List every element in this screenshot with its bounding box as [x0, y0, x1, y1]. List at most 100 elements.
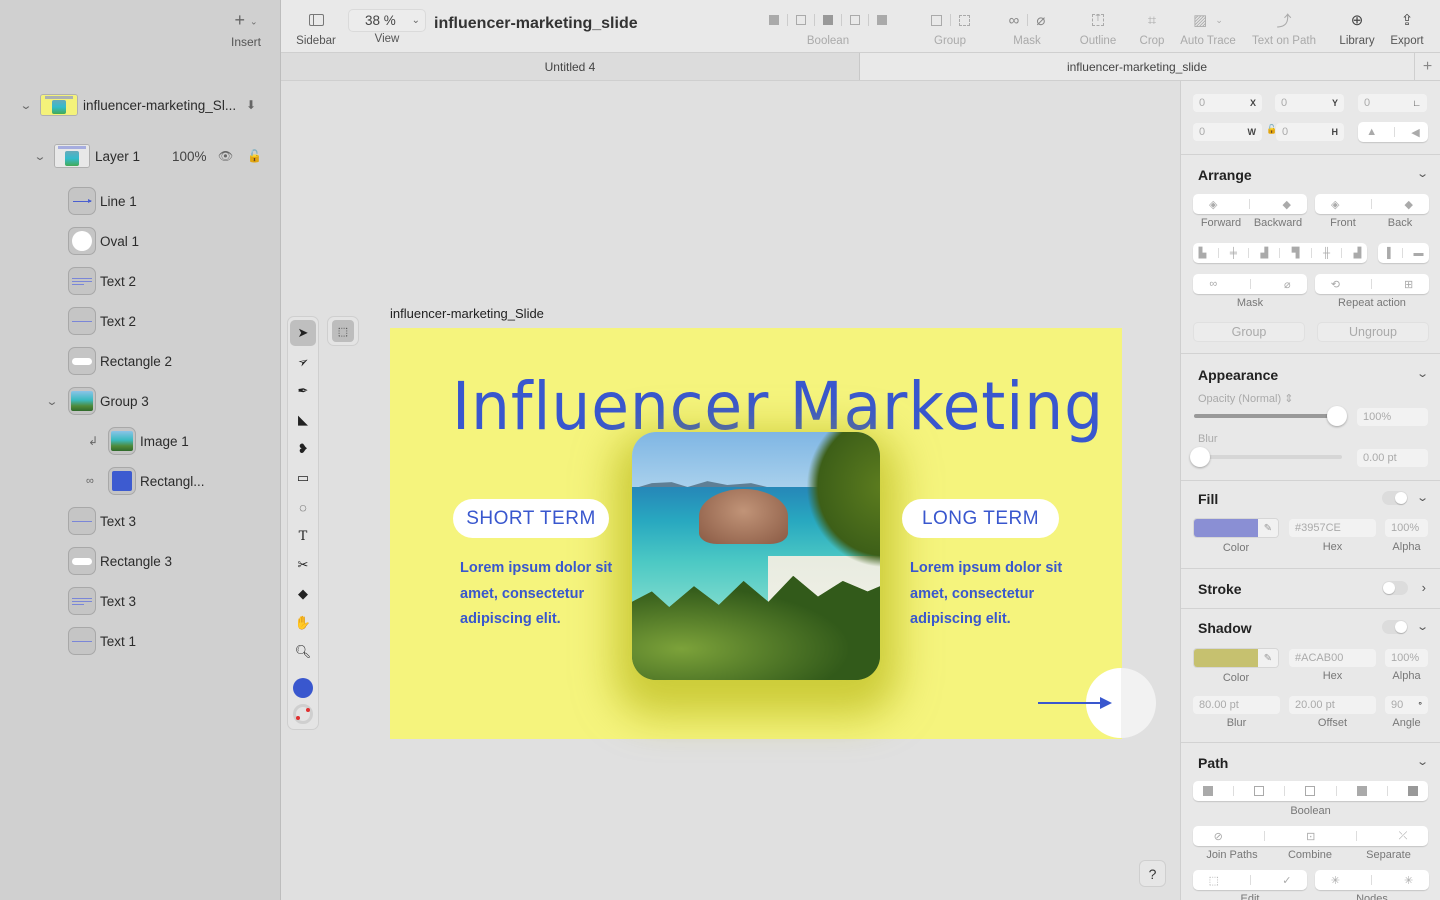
join-paths-icon[interactable]: ⊘ — [1214, 830, 1223, 843]
checkmark-icon[interactable]: ✓ — [1282, 874, 1291, 887]
short-term-pill[interactable]: SHORT TERM — [453, 499, 609, 538]
chevron-down-icon[interactable]: ⌄ — [1416, 620, 1429, 633]
intersect-icon[interactable] — [1305, 786, 1316, 796]
layer-item[interactable]: Rectangle 3 — [68, 544, 172, 578]
flip-vertical-icon[interactable]: ◀ — [1411, 126, 1419, 139]
layer-item[interactable]: ↲ Image 1 — [88, 424, 189, 458]
help-button[interactable]: ? — [1139, 860, 1166, 887]
slide-arrow-line[interactable] — [1038, 702, 1104, 704]
ungroup-icon[interactable] — [958, 14, 970, 26]
unmask-icon[interactable]: ⌀ — [1036, 11, 1045, 29]
insert-button[interactable]: + ⌄ Insert — [226, 10, 266, 49]
auto-trace-button[interactable]: ▨ ⌄ Auto Trace — [1179, 10, 1237, 47]
union-icon[interactable] — [769, 15, 779, 25]
layer-item[interactable]: ∞ Rectangl... — [86, 464, 205, 498]
height-field[interactable]: 0H — [1276, 123, 1344, 141]
exclude-icon[interactable] — [1407, 786, 1418, 796]
fill-color-swatch[interactable] — [293, 678, 313, 698]
opacity-field[interactable]: 100% — [1357, 408, 1428, 426]
fill-alpha-field[interactable]: 100% — [1385, 519, 1428, 537]
fill-hex-field[interactable]: #3957CE — [1289, 519, 1376, 537]
artboard-select-button[interactable]: ⬚ — [327, 316, 359, 346]
backward-icon[interactable]: ◆ — [1283, 198, 1291, 211]
long-term-text[interactable]: Lorem ipsum dolor sit amet, consectetur … — [910, 556, 1070, 633]
distribute-v-icon[interactable]: ▬ — [1414, 248, 1424, 259]
pen-tool[interactable]: ✒ — [290, 378, 316, 404]
eraser-tool[interactable]: ◆ — [290, 581, 316, 607]
width-field[interactable]: 0W — [1193, 123, 1262, 141]
subtract-icon[interactable] — [1254, 786, 1265, 796]
shadow-offset-field[interactable]: 20.00 pt — [1289, 696, 1376, 714]
exclude-icon[interactable] — [877, 15, 887, 25]
mask-icon[interactable]: ∞ — [1009, 12, 1020, 29]
chevron-down-icon[interactable]: ⌄ — [18, 99, 35, 112]
add-node-icon[interactable]: ✳ — [1331, 874, 1340, 887]
eyedropper-icon[interactable]: ✎ — [1258, 519, 1278, 537]
difference-icon[interactable] — [850, 15, 860, 25]
remove-node-icon[interactable]: ✳ — [1404, 874, 1413, 887]
artboard-slide[interactable]: Influencer Marketing SHORT TERM LONG TER… — [390, 328, 1156, 739]
outline-button[interactable]: T Outline — [1075, 10, 1121, 47]
select-tool[interactable]: ➤ — [290, 320, 316, 346]
unmask-icon[interactable]: ⌀ — [1284, 278, 1291, 291]
angle-field[interactable]: 0 ∟ — [1358, 94, 1427, 112]
slide-image[interactable] — [632, 432, 880, 680]
blur-slider-knob[interactable] — [1190, 447, 1210, 467]
intersect-icon[interactable] — [823, 15, 833, 25]
union-icon[interactable] — [1203, 786, 1214, 796]
export-button[interactable]: ⇪ Export — [1387, 10, 1427, 47]
layer-item[interactable]: Text 1 — [68, 624, 136, 658]
forward-icon[interactable]: ◈ — [1209, 198, 1217, 211]
separate-icon[interactable]: ⤫ — [1399, 830, 1408, 843]
chevron-down-icon[interactable]: ⌄ — [1416, 167, 1429, 180]
align-right-icon[interactable]: ▟ — [1260, 248, 1268, 259]
shadow-alpha-field[interactable]: 100% — [1385, 649, 1428, 667]
layer-item[interactable]: Text 3 — [68, 504, 136, 538]
layer-item-group[interactable]: ⌄ Group 3 — [46, 384, 149, 418]
flip-horizontal-icon[interactable]: ▲ — [1366, 126, 1377, 138]
subtract-icon[interactable] — [796, 15, 806, 25]
chevron-down-icon[interactable]: ⌄ — [1416, 367, 1429, 380]
stroke-color-swatch[interactable] — [293, 704, 313, 724]
knife-tool[interactable]: ✂ — [290, 552, 316, 578]
blend-mode-select[interactable]: Opacity (Normal) ⇕ — [1198, 392, 1293, 405]
mask-icon[interactable]: ∞ — [1209, 278, 1217, 290]
vector-tool[interactable]: ◣ — [290, 407, 316, 433]
difference-icon[interactable] — [1356, 786, 1367, 796]
bring-to-front-icon[interactable]: ◈ — [1331, 198, 1339, 211]
chevron-down-icon[interactable]: ⌄ — [32, 150, 49, 163]
fill-color-well[interactable]: ✎ — [1193, 518, 1279, 538]
text-tool[interactable]: T — [290, 523, 316, 549]
combine-icon[interactable]: ⊡ — [1306, 830, 1315, 843]
layer-item[interactable]: Text 2 — [68, 264, 136, 298]
group-icon[interactable] — [930, 14, 942, 26]
chevron-right-icon[interactable]: › — [1422, 580, 1426, 595]
shadow-angle-field[interactable]: 90 ° — [1385, 696, 1428, 714]
group-button[interactable]: Group — [1193, 322, 1305, 342]
crop-button[interactable]: ⌗ Crop — [1137, 10, 1167, 48]
align-center-h-icon[interactable]: ╪ — [1230, 248, 1237, 259]
tab-influencer-marketing[interactable]: influencer-marketing_slide — [860, 53, 1414, 80]
x-field[interactable]: 0X — [1193, 94, 1262, 112]
shadow-hex-field[interactable]: #ACAB00 — [1289, 649, 1376, 667]
shadow-toggle[interactable] — [1382, 620, 1408, 634]
layer-item[interactable]: Line 1 — [68, 184, 137, 218]
text-on-path-button[interactable]: ⤴ Text on Path — [1249, 10, 1319, 48]
shadow-blur-field[interactable]: 80.00 pt — [1193, 696, 1280, 714]
library-button[interactable]: ⊕ Library — [1335, 10, 1379, 47]
stroke-toggle[interactable] — [1382, 581, 1408, 595]
zoom-select[interactable]: 38 % ⌄ — [348, 9, 426, 32]
blur-field[interactable]: 0.00 pt — [1357, 449, 1428, 467]
sidebar-toggle-button[interactable]: Sidebar — [293, 10, 339, 47]
align-left-icon[interactable]: ▙ — [1199, 248, 1207, 259]
distribute-h-icon[interactable]: ▐ — [1383, 248, 1390, 259]
zoom-tool[interactable]: 🔍︎ — [290, 639, 316, 665]
layer-item[interactable]: Text 2 — [68, 304, 136, 338]
rectangle-tool[interactable]: ▭ — [290, 465, 316, 491]
shadow-color-well[interactable]: ✎ — [1193, 648, 1279, 668]
fill-toggle[interactable] — [1382, 491, 1408, 505]
unlock-icon[interactable]: 🔓 — [247, 149, 262, 163]
ungroup-button[interactable]: Ungroup — [1317, 322, 1429, 342]
hand-tool[interactable]: ✋ — [290, 610, 316, 636]
long-term-pill[interactable]: LONG TERM — [902, 499, 1059, 538]
